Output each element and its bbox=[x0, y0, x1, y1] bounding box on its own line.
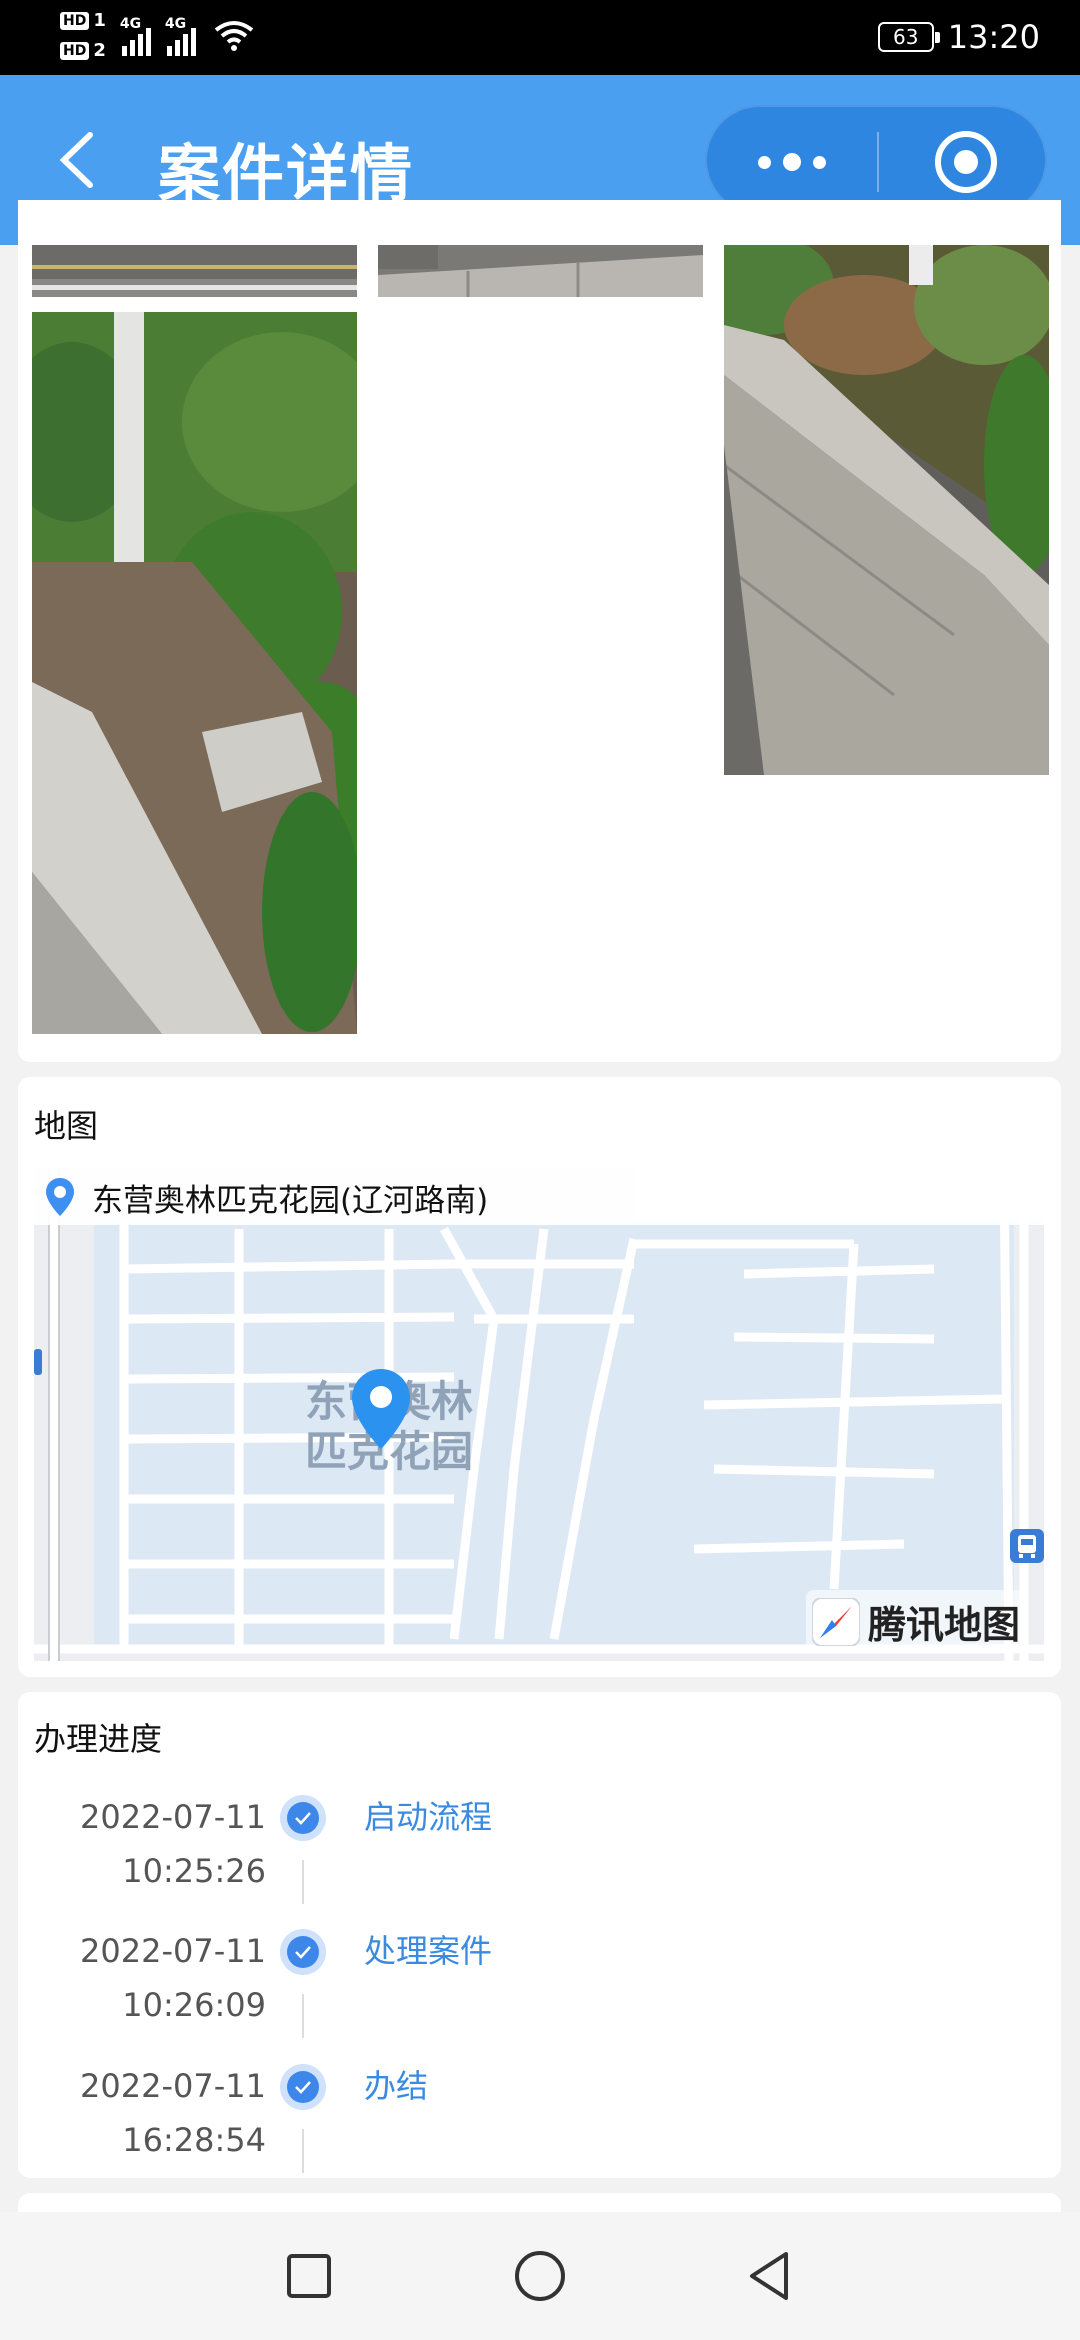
map-brand-text: 腾讯地图 bbox=[867, 1603, 1020, 1647]
check-circle-icon bbox=[280, 2064, 326, 2110]
step-time: 10:25:26 bbox=[122, 1852, 266, 1890]
step-date: 2022-07-11 bbox=[80, 1798, 266, 1836]
photo-gallery-card bbox=[18, 200, 1061, 1062]
step-time: 16:28:54 bbox=[122, 2121, 266, 2159]
step-label[interactable]: 办结 bbox=[364, 2059, 428, 2113]
sim2-hd-label: HD bbox=[60, 42, 90, 60]
location-bar: 东营奥林匹克花园(辽河路南) bbox=[34, 1169, 1044, 1225]
sim-indicators: HD 1 HD 2 bbox=[60, 8, 106, 64]
target-circle-icon[interactable] bbox=[935, 131, 997, 193]
progress-card: 办理进度 2022-07-11 10:25:26 启动流程 2022-07-11… bbox=[18, 1692, 1061, 2178]
mini-program-capsule bbox=[705, 105, 1047, 215]
step-label[interactable]: 处理案件 bbox=[364, 1924, 492, 1978]
timeline-connector bbox=[302, 1994, 304, 2038]
sim1-slot: 1 bbox=[93, 10, 106, 31]
battery-icon: 63 bbox=[877, 22, 940, 52]
step-label[interactable]: 启动流程 bbox=[364, 1790, 492, 1844]
chevron-left-icon[interactable] bbox=[50, 125, 110, 195]
step-date: 2022-07-11 bbox=[80, 1932, 266, 1970]
clock: 13:20 bbox=[947, 18, 1040, 56]
progress-section-title: 办理进度 bbox=[34, 1720, 163, 1758]
step-date: 2022-07-11 bbox=[80, 2067, 266, 2105]
network-type-2: 4G bbox=[164, 16, 187, 32]
case-photo-2[interactable] bbox=[378, 245, 703, 297]
bus-stop-icon bbox=[1010, 1529, 1044, 1563]
tencent-map-icon bbox=[811, 1597, 860, 1646]
timeline-step: 2022-07-11 16:28:54 办结 bbox=[18, 2059, 1061, 2193]
timeline-step: 2022-07-11 10:25:26 启动流程 bbox=[18, 1790, 1061, 1924]
timeline-connector bbox=[302, 1860, 304, 1904]
location-address: 东营奥林匹克花园(辽河路南) bbox=[92, 1182, 489, 1219]
map-view[interactable]: 东营奥林匹克花园(辽河路南) 东营奥林 匹克花园 腾讯地图 bbox=[34, 1169, 1044, 1661]
case-photo-1[interactable] bbox=[32, 245, 357, 297]
map-card: 地图 东营奥林匹克花园(辽河路南) 匹克花园 腾讯地图 bbox=[18, 1077, 1061, 1677]
map-tiles bbox=[34, 1169, 1044, 1661]
triangle-back-icon[interactable] bbox=[740, 2246, 800, 2306]
map-section-title: 地图 bbox=[34, 1107, 99, 1145]
system-nav-bar bbox=[0, 2212, 1080, 2340]
status-bar: HD 1 HD 2 4G 4G 63 13:20 bbox=[0, 0, 1080, 75]
capsule-divider bbox=[877, 132, 879, 192]
sim2-slot: 2 bbox=[93, 40, 106, 61]
network-type-1: 4G bbox=[119, 16, 142, 32]
signal-strength-icon: 4G bbox=[119, 16, 151, 56]
map-marker-icon[interactable] bbox=[352, 1369, 410, 1449]
circle-icon[interactable] bbox=[510, 2246, 570, 2306]
step-time: 10:26:09 bbox=[122, 1986, 266, 2024]
case-photo-4[interactable] bbox=[32, 312, 357, 1034]
check-circle-icon bbox=[280, 1929, 326, 1975]
signal-strength-icon-2: 4G bbox=[164, 16, 196, 56]
location-pin-icon bbox=[46, 1178, 74, 1216]
sim1-hd-label: HD bbox=[60, 12, 90, 30]
case-photo-3[interactable] bbox=[724, 245, 1049, 775]
check-circle-icon bbox=[280, 1795, 326, 1841]
timeline-step: 2022-07-11 10:26:09 处理案件 bbox=[18, 1924, 1061, 2058]
wifi-icon bbox=[214, 21, 254, 51]
battery-level: 63 bbox=[893, 25, 919, 49]
map-brand-logo: 腾讯地图 bbox=[805, 1590, 1026, 1653]
square-icon[interactable] bbox=[279, 2246, 339, 2306]
timeline-connector bbox=[302, 2129, 304, 2173]
